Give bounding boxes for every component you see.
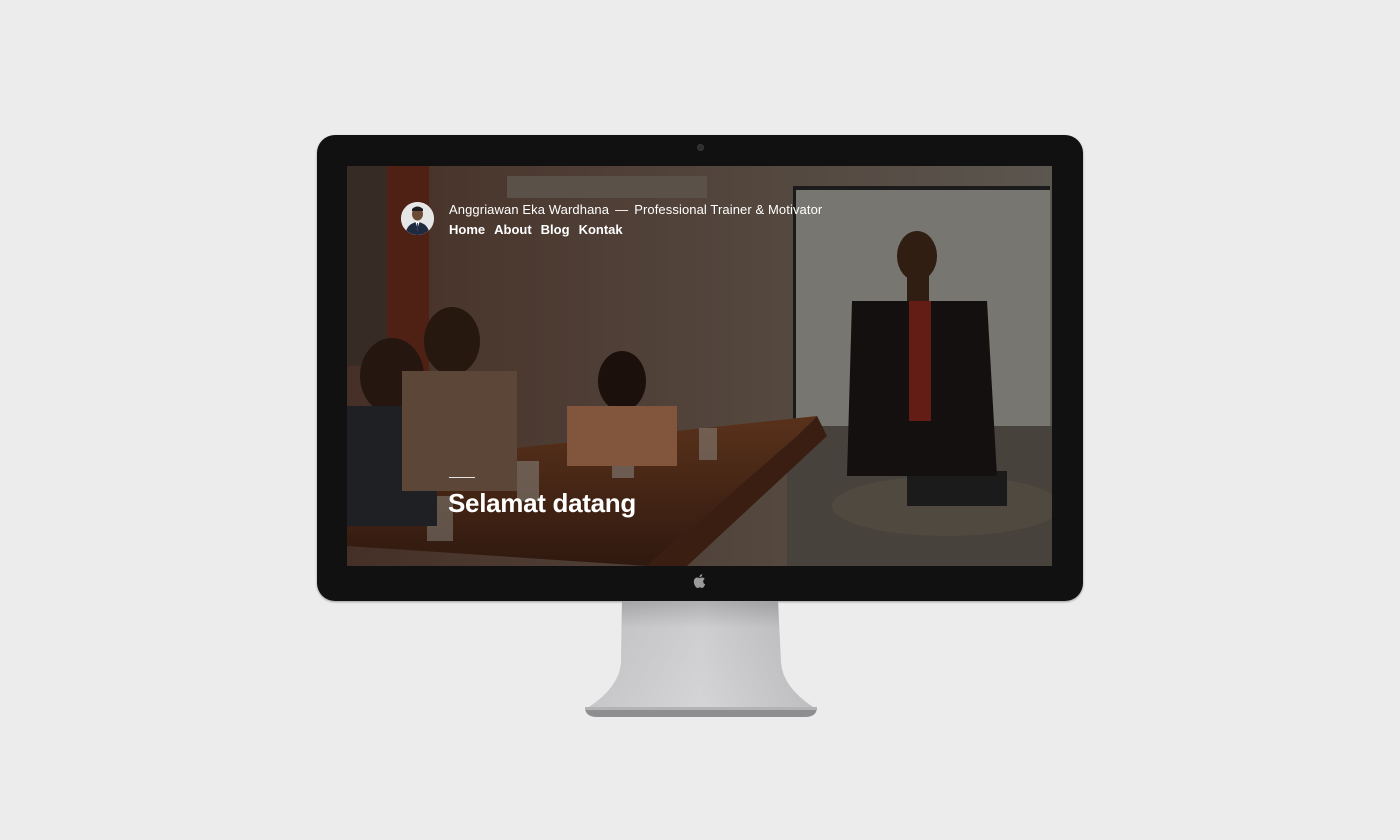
website-screen: Anggriawan Eka Wardhana — Professional Tra… <box>347 166 1052 566</box>
site-tagline: Professional Trainer & Motivator <box>634 202 823 217</box>
camera-icon <box>697 144 704 151</box>
site-title-line: Anggriawan Eka Wardhana — Professional Tra… <box>449 202 822 218</box>
title-separator: — <box>615 202 629 217</box>
site-header: Anggriawan Eka Wardhana — Professional Tra… <box>401 202 822 238</box>
monitor-stand <box>585 601 817 717</box>
avatar[interactable] <box>401 202 434 235</box>
nav-item-about[interactable]: About <box>494 222 532 238</box>
main-navigation: Home About Blog Kontak <box>449 222 822 238</box>
avatar-portrait <box>401 202 434 235</box>
mockup-stage: Anggriawan Eka Wardhana — Professional Tra… <box>0 0 1400 840</box>
apple-logo-icon <box>693 574 706 589</box>
hero-title: Selamat datang <box>448 488 636 518</box>
nav-item-home[interactable]: Home <box>449 222 485 238</box>
site-branding: Anggriawan Eka Wardhana — Professional Tra… <box>449 202 822 238</box>
monitor-bezel: Anggriawan Eka Wardhana — Professional Tra… <box>317 135 1083 601</box>
nav-item-kontak[interactable]: Kontak <box>579 222 623 238</box>
site-name[interactable]: Anggriawan Eka Wardhana <box>449 202 609 217</box>
hero-divider <box>449 477 475 478</box>
nav-item-blog[interactable]: Blog <box>541 222 570 238</box>
